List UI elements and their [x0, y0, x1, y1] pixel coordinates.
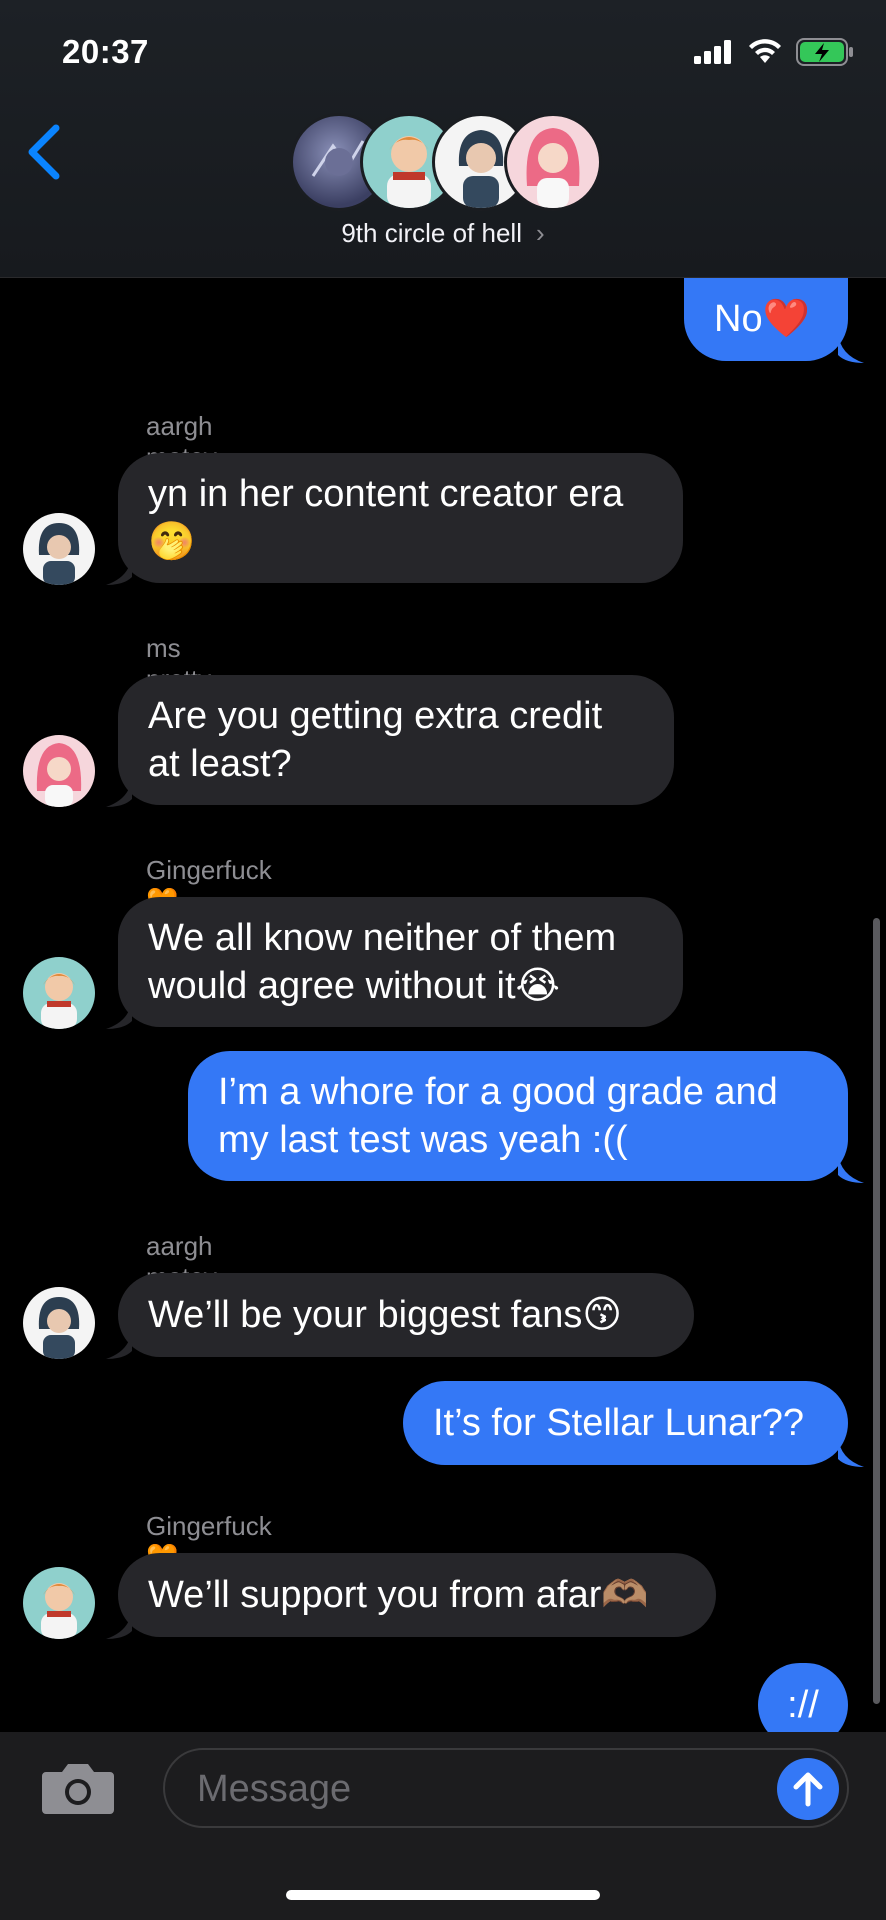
message-bubble[interactable]: I’m a whore for a good grade and my last… [188, 1051, 848, 1181]
message-bubble[interactable]: yn in her content creator era 🤭 [118, 453, 683, 583]
message-line: We all know neither of them [148, 917, 617, 959]
status-icons [694, 38, 854, 66]
ginger-avatar-icon[interactable] [23, 957, 95, 1029]
group-name[interactable]: 9th circle of hell › [0, 218, 886, 249]
home-indicator[interactable] [286, 1890, 600, 1900]
message-thread[interactable]: No❤️ aargh matey🏴‍☠️ yn in her content c… [0, 277, 886, 1732]
scrollbar[interactable] [873, 918, 880, 1704]
message-text: It’s for Stellar Lunar?? [433, 1402, 805, 1444]
conversation-header: 20:37 9th circle of hell › [0, 0, 886, 278]
message-bubble[interactable]: :// [758, 1663, 848, 1732]
bubble-tail [838, 333, 864, 363]
group-avatars[interactable] [290, 113, 602, 211]
message-bubble[interactable]: We’ll support you from afar🫶🏽 [118, 1553, 716, 1637]
dark-hair-avatar-icon[interactable] [23, 513, 95, 585]
message-bubble[interactable]: No❤️ [684, 277, 848, 361]
message-line: at least? [148, 743, 292, 785]
message-text: No❤️ [714, 298, 810, 340]
status-time: 20:37 [62, 33, 149, 70]
message-line: my last test was yeah :(( [218, 1119, 628, 1161]
camera-icon [42, 1764, 114, 1814]
message-line: would agree without it😭 [148, 965, 560, 1007]
bubble-tail [106, 999, 132, 1029]
bubble-tail [838, 1153, 864, 1183]
bubble-tail [838, 1437, 864, 1467]
battery-charging-icon [796, 38, 853, 66]
chevron-right-icon: › [535, 218, 545, 248]
arrow-up-icon [793, 1772, 823, 1807]
bubble-tail [106, 777, 132, 807]
message-line: 🤭 [148, 521, 196, 563]
camera-button[interactable] [40, 1760, 116, 1821]
message-bubble[interactable]: We all know neither of them would agree … [118, 897, 683, 1027]
message-bubble[interactable]: We’ll be your biggest fans😙 [118, 1273, 694, 1357]
message-text: We’ll be your biggest fans😙 [148, 1294, 623, 1336]
back-button[interactable] [24, 124, 64, 185]
message-text: We’ll support you from afar🫶🏽 [148, 1574, 649, 1616]
group-name-label: 9th circle of hell [341, 218, 522, 248]
bubble-tail [106, 555, 132, 585]
message-line: I’m a whore for a good grade and [218, 1071, 778, 1113]
chevron-left-icon [28, 124, 60, 180]
message-bubble[interactable]: It’s for Stellar Lunar?? [403, 1381, 848, 1465]
message-line: Are you getting extra credit [148, 695, 603, 737]
bubble-tail [106, 1609, 132, 1639]
bubble-tail [106, 1329, 132, 1359]
message-placeholder: Message [197, 1768, 352, 1810]
message-input[interactable]: Message [163, 1748, 849, 1828]
message-bubble[interactable]: Are you getting extra credit at least? [118, 675, 674, 805]
send-button[interactable] [777, 1758, 839, 1820]
signal-icon [694, 40, 731, 64]
pink-hair-avatar-icon [504, 113, 602, 211]
dark-hair-avatar-icon[interactable] [23, 1287, 95, 1359]
pink-hair-avatar-icon[interactable] [23, 735, 95, 807]
message-text: :// [787, 1684, 819, 1726]
message-line: yn in her content creator era [148, 473, 624, 515]
ginger-avatar-icon[interactable] [23, 1567, 95, 1639]
wifi-icon [749, 39, 781, 63]
